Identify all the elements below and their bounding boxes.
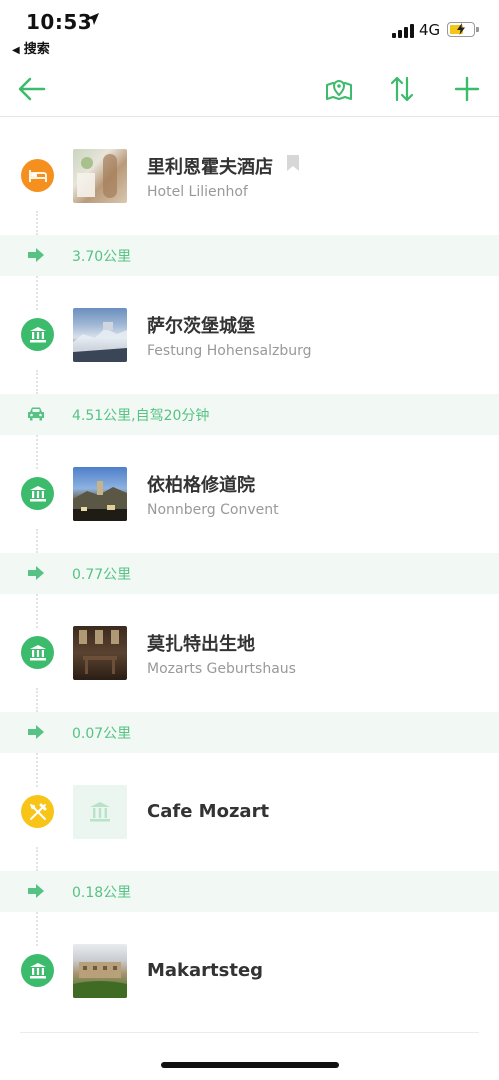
route-segment[interactable]: 3.70公里 bbox=[0, 235, 499, 276]
poi-name: 依柏格修道院 bbox=[147, 475, 255, 496]
timeline-connector bbox=[36, 753, 38, 787]
back-button[interactable] bbox=[15, 72, 49, 106]
segment-distance: 0.77公里 bbox=[72, 567, 132, 583]
route-segment[interactable]: 4.51公里,自驾20分钟 bbox=[0, 394, 499, 435]
poi-name: 萨尔茨堡城堡 bbox=[147, 316, 255, 337]
home-indicator[interactable] bbox=[161, 1062, 339, 1068]
back-app-label: 搜索 bbox=[23, 42, 50, 57]
battery-icon bbox=[447, 22, 479, 37]
arrow-right-icon bbox=[28, 884, 44, 898]
plus-icon bbox=[454, 76, 480, 102]
fork-knife-icon bbox=[21, 795, 54, 828]
timeline-connector bbox=[36, 688, 38, 712]
cellular-signal-icon bbox=[392, 24, 414, 38]
list-item-hotel-lilienhof[interactable]: 里利恩霍夫酒店 Hotel Lilienhof bbox=[0, 117, 499, 235]
poi-thumbnail bbox=[73, 626, 127, 680]
back-triangle-icon: ◀ bbox=[12, 45, 20, 56]
status-bar: 10:53 ◀ 搜索 4G bbox=[0, 0, 499, 62]
poi-name: 莫扎特出生地 bbox=[147, 634, 255, 655]
nav-bar bbox=[0, 62, 499, 117]
car-icon bbox=[28, 407, 44, 421]
list-item-nonnberg-convent[interactable]: 依柏格修道院 Nonnberg Convent bbox=[0, 435, 499, 553]
list-item-makartsteg[interactable]: Makartsteg bbox=[0, 912, 499, 1030]
map-pin-icon bbox=[326, 80, 352, 100]
poi-thumbnail bbox=[73, 149, 127, 203]
bottom-divider bbox=[20, 1032, 479, 1033]
segment-distance: 4.51公里,自驾20分钟 bbox=[72, 408, 210, 424]
back-to-app-link[interactable]: ◀ 搜索 bbox=[12, 38, 50, 57]
timeline-connector bbox=[36, 529, 38, 553]
bookmark-icon[interactable] bbox=[286, 154, 300, 172]
list-item-cafe-mozart[interactable]: Cafe Mozart bbox=[0, 753, 499, 871]
network-type: 4G bbox=[419, 21, 441, 39]
poi-subtitle: Nonnberg Convent bbox=[147, 502, 279, 518]
arrow-left-icon bbox=[18, 77, 46, 101]
sort-arrows-icon bbox=[390, 76, 414, 102]
poi-thumbnail-placeholder bbox=[73, 785, 127, 839]
location-arrow-icon bbox=[87, 13, 99, 25]
poi-name: Makartsteg bbox=[147, 960, 264, 981]
poi-subtitle: Hotel Lilienhof bbox=[147, 184, 248, 200]
list-item-mozarts-geburtshaus[interactable]: 莫扎特出生地 Mozarts Geburtshaus bbox=[0, 594, 499, 712]
status-time: 10:53 bbox=[26, 10, 93, 34]
timeline-connector bbox=[36, 594, 38, 628]
poi-subtitle: Festung Hohensalzburg bbox=[147, 343, 312, 359]
timeline-connector bbox=[36, 211, 38, 235]
segment-distance: 3.70公里 bbox=[72, 249, 132, 265]
landmark-icon bbox=[21, 318, 54, 351]
arrow-right-icon bbox=[28, 566, 44, 580]
poi-subtitle: Mozarts Geburtshaus bbox=[147, 661, 296, 677]
timeline-connector bbox=[36, 912, 38, 946]
itinerary-list: 里利恩霍夫酒店 Hotel Lilienhof 3.70公里 萨尔茨堡城堡 Fe… bbox=[0, 117, 499, 1030]
poi-thumbnail bbox=[73, 944, 127, 998]
sort-button[interactable] bbox=[385, 72, 419, 106]
poi-name: Cafe Mozart bbox=[147, 801, 270, 822]
landmark-icon bbox=[21, 954, 54, 987]
arrow-right-icon bbox=[28, 248, 44, 262]
timeline-connector bbox=[36, 370, 38, 394]
list-item-festung-hohensalzburg[interactable]: 萨尔茨堡城堡 Festung Hohensalzburg bbox=[0, 276, 499, 394]
landmark-icon bbox=[21, 636, 54, 669]
poi-thumbnail bbox=[73, 467, 127, 521]
map-view-button[interactable] bbox=[322, 72, 356, 106]
route-segment[interactable]: 0.07公里 bbox=[0, 712, 499, 753]
timeline-connector bbox=[36, 276, 38, 310]
poi-name: 里利恩霍夫酒店 bbox=[147, 157, 273, 178]
poi-thumbnail bbox=[73, 308, 127, 362]
timeline-connector bbox=[36, 847, 38, 871]
add-button[interactable] bbox=[450, 72, 484, 106]
arrow-right-icon bbox=[28, 725, 44, 739]
timeline-connector bbox=[36, 435, 38, 469]
bed-icon bbox=[21, 159, 54, 192]
segment-distance: 0.18公里 bbox=[72, 885, 132, 901]
route-segment[interactable]: 0.77公里 bbox=[0, 553, 499, 594]
landmark-icon bbox=[21, 477, 54, 510]
segment-distance: 0.07公里 bbox=[72, 726, 132, 742]
route-segment[interactable]: 0.18公里 bbox=[0, 871, 499, 912]
